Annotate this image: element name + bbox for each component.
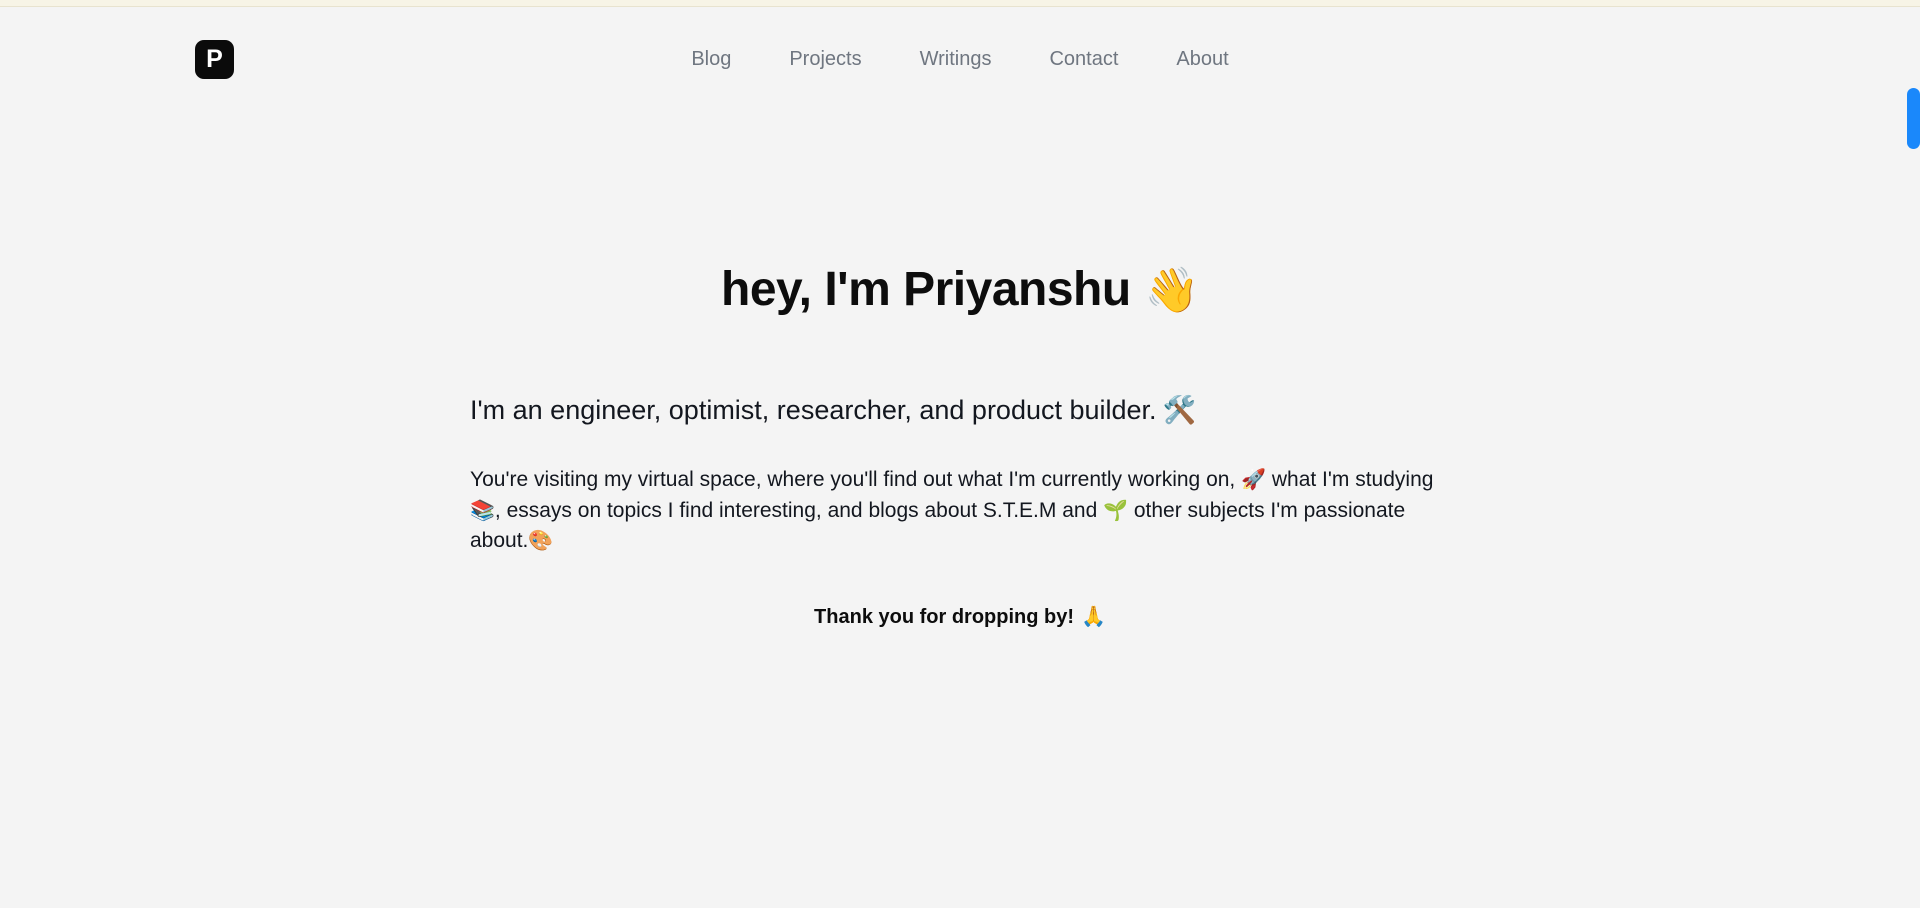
site-header: P Blog Projects Writings Contact About (0, 8, 1920, 82)
hammer-and-wrench-icon: 🛠️ (1162, 395, 1197, 425)
page-title-text: hey, I'm Priyanshu (721, 263, 1131, 316)
rocket-icon: 🚀 (1241, 469, 1267, 492)
intro-part-1: You're visiting my virtual space, where … (470, 468, 1236, 492)
thank-you-note: Thank you for dropping by! 🙏 (470, 604, 1450, 629)
intro-part-3: , essays on topics I find interesting, a… (494, 498, 1098, 522)
nav-item-writings[interactable]: Writings (920, 48, 992, 71)
nav-item-contact[interactable]: Contact (1049, 48, 1118, 71)
nav-item-blog[interactable]: Blog (691, 48, 731, 71)
page-title: hey, I'm Priyanshu 👋 (0, 262, 1920, 317)
intro-paragraph: You're visiting my virtual space, where … (470, 465, 1445, 556)
tagline-text: I'm an engineer, optimist, researcher, a… (470, 395, 1157, 425)
scrollbar-track[interactable] (1906, 7, 1920, 908)
nav-item-projects[interactable]: Projects (789, 48, 861, 71)
waving-hand-icon: 👋 (1144, 266, 1200, 315)
page-main: hey, I'm Priyanshu 👋 I'm an engineer, opt… (0, 82, 1920, 629)
tagline: I'm an engineer, optimist, researcher, a… (470, 392, 1450, 428)
seedling-icon: 🌱 (1103, 499, 1129, 522)
top-accent-strip (0, 0, 1920, 7)
folded-hands-icon: 🙏 (1081, 605, 1106, 628)
artist-palette-icon: 🎨 (528, 530, 554, 553)
content-column: I'm an engineer, optimist, researcher, a… (470, 392, 1450, 629)
main-navigation: Blog Projects Writings Contact About (0, 48, 1920, 71)
intro-part-2: what I'm studying (1271, 468, 1434, 492)
nav-item-about[interactable]: About (1176, 48, 1228, 71)
scrollbar-thumb[interactable] (1907, 88, 1920, 149)
thank-you-text: Thank you for dropping by! (814, 605, 1075, 628)
books-icon: 📚 (470, 499, 495, 522)
